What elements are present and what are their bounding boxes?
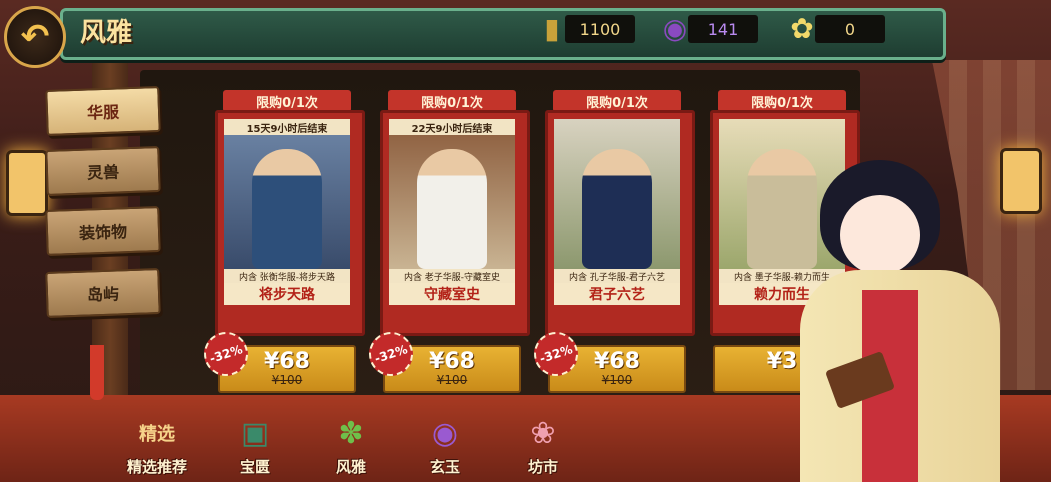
shop-card-1[interactable]: 限购0/1次 15天9小时后结束 内含 张衡华服-将步天路 将步天路 bbox=[215, 90, 365, 336]
nav-label: 坊市 bbox=[527, 458, 558, 476]
nav-label: 精选推荐 bbox=[126, 458, 187, 476]
nav-elegance[interactable]: ✽ 风雅 bbox=[306, 410, 396, 482]
bundle-contents: 内含 老子华服-守藏室史 bbox=[389, 269, 515, 283]
countdown-timer: 15天9小时后结束 bbox=[224, 119, 350, 135]
sidebar-item-label: 装饰物 bbox=[78, 222, 128, 243]
shop-card-2[interactable]: 限购0/1次 22天9小时后结束 内含 老子华服-守藏室史 守藏室史 bbox=[380, 90, 530, 336]
character-portrait bbox=[252, 149, 322, 269]
card-frame: 内含 孔子华服-君子六艺 君子六艺 bbox=[545, 110, 695, 336]
resource-jade-count: 1100 bbox=[565, 15, 635, 43]
sidebar-item-label: 岛屿 bbox=[86, 284, 120, 305]
bundle-contents: 内含 张衡华服-将步天路 bbox=[224, 269, 350, 283]
bamboo-icon: ✽ bbox=[338, 415, 364, 451]
purple-jade-icon: ◉ bbox=[431, 415, 459, 451]
sidebar-item-decorations[interactable]: 装饰物 bbox=[45, 206, 161, 256]
nav-jade[interactable]: ◉ 玄玉 bbox=[400, 410, 490, 482]
purchase-limit: 限购0/1次 bbox=[718, 90, 846, 112]
npc-character bbox=[800, 160, 1030, 482]
card-frame: 22天9小时后结束 内含 老子华服-守藏室史 守藏室史 bbox=[380, 110, 530, 336]
original-price: ¥100 bbox=[601, 373, 633, 387]
sidebar-item-label: 华服 bbox=[86, 102, 120, 123]
tassel-icon bbox=[90, 345, 104, 400]
nav-label: 宝匮 bbox=[239, 458, 270, 476]
treasure-chest-icon: ▣ bbox=[240, 415, 270, 451]
countdown-timer: 22天9小时后结束 bbox=[389, 119, 515, 135]
card-artwork: 15天9小时后结束 内含 张衡华服-将步天路 将步天路 bbox=[224, 119, 350, 305]
sidebar-item-costume[interactable]: 华服 bbox=[45, 86, 161, 136]
purchase-limit: 限购0/1次 bbox=[388, 90, 516, 112]
purchase-limit: 限购0/1次 bbox=[223, 90, 351, 112]
character-portrait bbox=[582, 149, 652, 269]
costume-name: 守藏室史 bbox=[389, 283, 515, 305]
market-icon: ❀ bbox=[530, 415, 556, 451]
sidebar-item-islands[interactable]: 岛屿 bbox=[45, 268, 161, 318]
nav-label: 玄玉 bbox=[429, 458, 460, 476]
original-price: ¥100 bbox=[271, 373, 303, 387]
card-frame: 15天9小时后结束 内含 张衡华服-将步天路 将步天路 bbox=[215, 110, 365, 336]
shop-card-3[interactable]: 限购0/1次 内含 孔子华服-君子六艺 君子六艺 bbox=[545, 90, 695, 336]
costume-name: 君子六艺 bbox=[554, 283, 680, 305]
card-artwork: 内含 孔子华服-君子六艺 君子六艺 bbox=[554, 119, 680, 305]
sidebar-item-label: 灵兽 bbox=[86, 162, 120, 183]
featured-icon: 精选 bbox=[132, 410, 182, 456]
resource-flower-count: 0 bbox=[815, 15, 885, 43]
bundle-contents: 内含 孔子华服-君子六艺 bbox=[554, 269, 680, 283]
nav-market[interactable]: ❀ 坊市 bbox=[498, 410, 588, 482]
lantern-left-icon bbox=[6, 150, 48, 216]
sidebar-item-spirit-beast[interactable]: 灵兽 bbox=[45, 146, 161, 196]
npc-face bbox=[840, 195, 920, 275]
nav-treasure-chest[interactable]: ▣ 宝匮 bbox=[210, 410, 300, 482]
costume-name: 将步天路 bbox=[224, 283, 350, 305]
character-portrait bbox=[417, 149, 487, 269]
nav-featured[interactable]: 精选 精选推荐 bbox=[112, 410, 202, 482]
nav-label: 风雅 bbox=[335, 458, 366, 476]
back-button[interactable]: ↶ bbox=[4, 6, 66, 68]
resource-purple-count: 141 bbox=[688, 15, 758, 43]
page-title: 风雅 bbox=[80, 18, 133, 48]
purchase-limit: 限购0/1次 bbox=[553, 90, 681, 112]
original-price: ¥100 bbox=[436, 373, 468, 387]
featured-badge: 精选 bbox=[139, 424, 175, 445]
card-artwork: 22天9小时后结束 内含 老子华服-守藏室史 守藏室史 bbox=[389, 119, 515, 305]
back-arrow-icon: ↶ bbox=[20, 17, 50, 57]
